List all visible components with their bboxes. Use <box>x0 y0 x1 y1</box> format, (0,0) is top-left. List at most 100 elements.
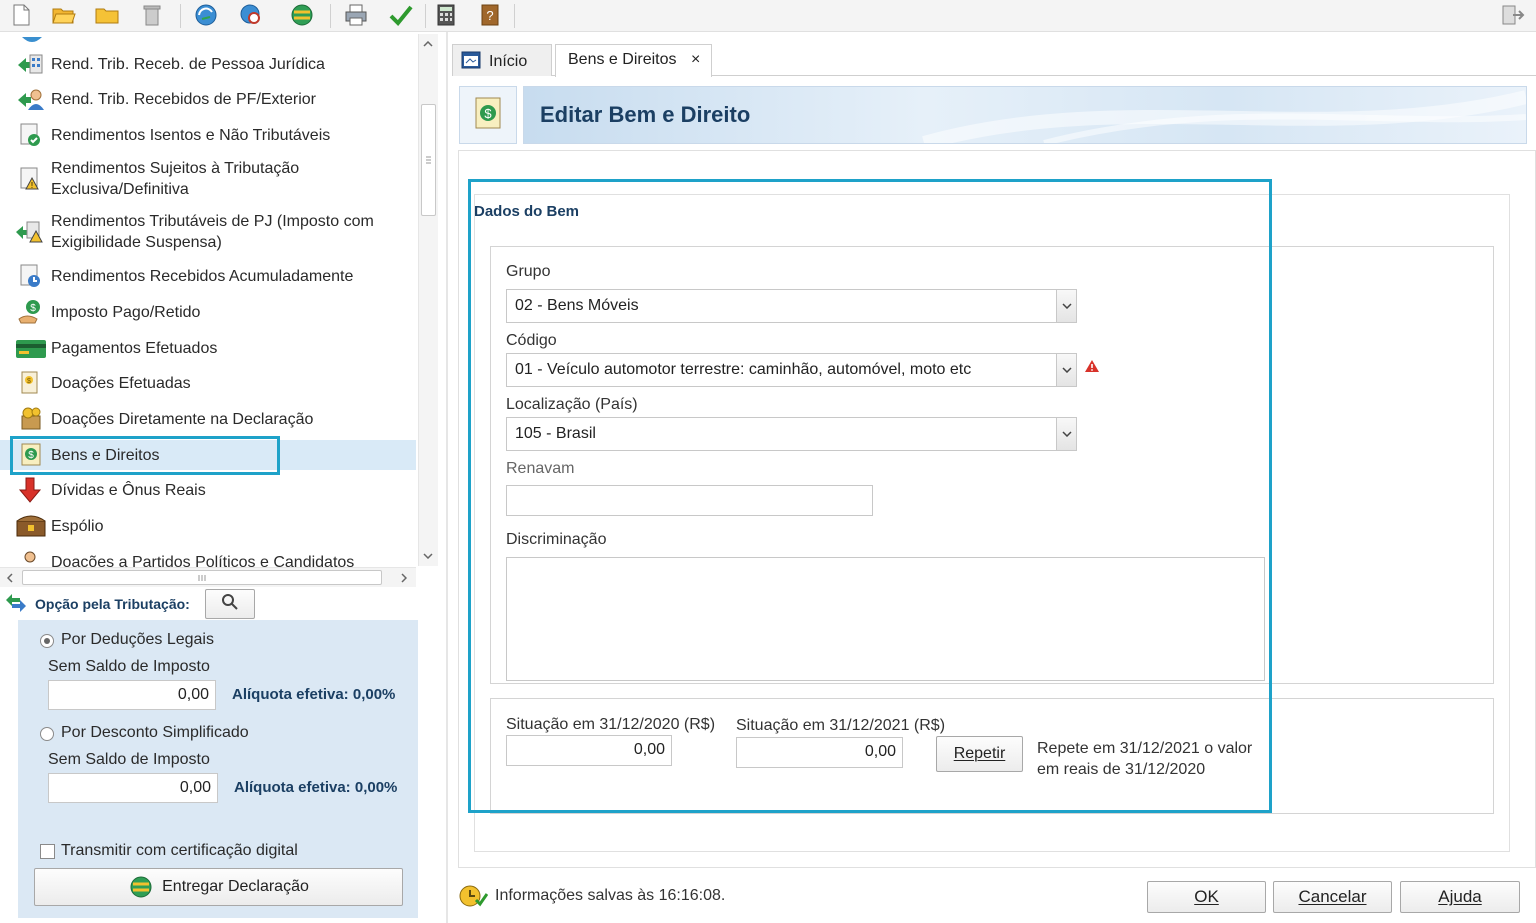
nav-item-doacoes-partidos[interactable]: Doações a Partidos Políticos e Candidato… <box>0 548 416 567</box>
deliver-declaration-button[interactable]: Entregar Declaração <box>34 868 403 906</box>
scroll-right-icon[interactable] <box>396 570 412 586</box>
transmit-globe-icon[interactable] <box>289 2 315 28</box>
toolbar: ? <box>0 0 1536 32</box>
pf-income-icon <box>16 86 44 112</box>
nav-item-espolio[interactable]: Espólio <box>0 512 416 540</box>
toolbar-separator <box>425 4 426 28</box>
simplified-tax-value: 0,00 <box>48 773 218 803</box>
help-book-icon[interactable]: ? <box>477 2 503 28</box>
nav-item-label: Doações Efetuadas <box>51 374 191 392</box>
refresh-globe-icon[interactable] <box>193 2 219 28</box>
nav-item-label: Pagamentos Efetuados <box>51 339 218 357</box>
svg-text:!: ! <box>31 181 33 190</box>
nav-item-label: Doações Diretamente na Declaração <box>51 410 314 428</box>
nav-item-dividas[interactable]: Dívidas e Ônus Reais <box>0 476 416 504</box>
political-donations-icon <box>16 549 44 567</box>
exempt-income-icon <box>16 122 44 148</box>
home-window-icon <box>461 51 481 74</box>
page-header-icon: $ <box>459 86 517 144</box>
nav-item-label: Imposto Pago/Retido <box>51 303 201 321</box>
nav-item-doacoes[interactable]: $ Doações Efetuadas <box>0 369 416 397</box>
tax-option-title: Opção pela Tributação: <box>35 596 190 612</box>
nav-item-rend-exclusiva[interactable]: ! Rendimentos Sujeitos à Tributação Excl… <box>0 156 416 202</box>
nav-item-rend-isentos[interactable]: Rendimentos Isentos e Não Tributáveis <box>0 121 416 149</box>
simplified-effective-rate: Alíquota efetiva: 0,00% <box>234 779 398 796</box>
nav-item-rend-pj[interactable]: Rend. Trib. Receb. de Pessoa Jurídica <box>0 50 416 78</box>
scroll-thumb[interactable] <box>22 570 382 585</box>
legal-balance-status: Sem Saldo de Imposto <box>48 658 210 675</box>
nav-item-label: Rendimentos Tributáveis de PJ (Imposto c… <box>51 213 374 230</box>
tax-option-arrows-icon <box>4 592 28 619</box>
calculator-icon[interactable] <box>433 2 459 28</box>
toolbar-separator <box>180 4 181 28</box>
digital-certificate-checkbox[interactable] <box>40 844 55 859</box>
declaration-nav-tree: Rend. Trib. Receb. de Pessoa Jurídica Re… <box>0 32 416 567</box>
legal-deductions-label: Por Deduções Legais <box>61 631 214 648</box>
toolbar-separator <box>514 4 515 28</box>
nav-item-label: Espólio <box>51 517 104 535</box>
cancel-button[interactable]: Cancelar <box>1273 881 1392 913</box>
tab-close-icon[interactable]: × <box>691 51 700 69</box>
simplified-discount-radio[interactable] <box>40 727 54 741</box>
scroll-up-icon[interactable] <box>419 36 437 52</box>
folder-icon[interactable] <box>94 2 120 28</box>
search-icon <box>221 593 239 616</box>
scroll-thumb[interactable] <box>421 104 436 216</box>
scroll-down-icon[interactable] <box>419 548 437 564</box>
simplified-discount-label: Por Desconto Simplificado <box>61 724 249 741</box>
open-folder-icon[interactable] <box>51 2 77 28</box>
nav-item-label-line2: Exclusiva/Definitiva <box>51 181 189 198</box>
exclusive-tax-icon: ! <box>16 166 44 192</box>
suspended-tax-icon <box>16 219 44 245</box>
svg-text:$: $ <box>484 106 492 121</box>
nav-horizontal-scrollbar[interactable] <box>0 567 416 587</box>
donations-icon: $ <box>16 370 44 396</box>
nav-item-imposto-pago[interactable]: $ Imposto Pago/Retido <box>0 298 416 326</box>
nav-item-label-line2: Exigibilidade Suspensa) <box>51 234 222 251</box>
help-button[interactable]: Ajuda <box>1400 881 1520 913</box>
print-icon[interactable] <box>343 2 369 28</box>
nav-vertical-scrollbar[interactable] <box>418 34 438 566</box>
trash-icon[interactable] <box>139 2 165 28</box>
legal-deductions-radio[interactable] <box>40 634 54 648</box>
status-bar: Informações salvas às 16:16:08. OK Cance… <box>448 868 1536 923</box>
svg-text:$: $ <box>30 303 36 314</box>
scroll-left-icon[interactable] <box>2 570 18 586</box>
nav-item-doacoes-diretas[interactable]: Doações Diretamente na Declaração <box>0 405 416 433</box>
svg-text:$: $ <box>27 378 31 385</box>
direct-donations-icon <box>16 406 44 432</box>
nav-item-rend-suspensa[interactable]: Rendimentos Tributáveis de PJ (Imposto c… <box>0 209 416 255</box>
nav-item-label: Rend. Trib. Receb. de Pessoa Jurídica <box>51 55 325 73</box>
payments-card-icon <box>16 335 46 361</box>
pane-splitter[interactable] <box>446 32 448 923</box>
ok-button[interactable]: OK <box>1147 881 1266 913</box>
exit-icon[interactable] <box>1500 2 1526 28</box>
tax-paid-icon: $ <box>16 299 44 325</box>
tab-bar: Início Bens e Direitos × <box>452 44 1536 77</box>
pj-income-icon <box>16 51 44 77</box>
simplified-balance-status: Sem Saldo de Imposto <box>48 751 210 768</box>
tab-label: Início <box>489 53 528 70</box>
nav-item-label: Dívidas e Ônus Reais <box>51 481 206 499</box>
page-header-banner: Editar Bem e Direito <box>523 86 1527 144</box>
check-icon[interactable] <box>388 2 414 28</box>
bens-direitos-highlight <box>10 436 280 475</box>
estate-chest-icon <box>16 513 46 539</box>
nav-item-rend-pf[interactable]: Rend. Trib. Recebidos de PF/Exterior <box>0 85 416 113</box>
partial-item-icon <box>20 32 44 42</box>
tab-bens-direitos[interactable]: Bens e Direitos × <box>555 44 712 77</box>
nav-item-label: Rendimentos Isentos e Não Tributáveis <box>51 126 331 144</box>
nav-item-label: Rend. Trib. Recebidos de PF/Exterior <box>51 90 317 108</box>
tab-inicio[interactable]: Início <box>452 44 552 76</box>
new-file-icon[interactable] <box>8 2 34 28</box>
debts-arrow-icon <box>16 477 44 503</box>
svg-text:?: ? <box>486 8 493 23</box>
search-globe-icon[interactable] <box>238 2 264 28</box>
save-status-text: Informações salvas às 16:16:08. <box>495 887 726 904</box>
legal-tax-value: 0,00 <box>48 680 216 710</box>
nav-item-pagamentos[interactable]: Pagamentos Efetuados <box>0 334 416 362</box>
page-title: Editar Bem e Direito <box>540 102 751 127</box>
tax-option-search-button[interactable] <box>205 589 255 619</box>
form-highlight <box>468 179 1272 813</box>
nav-item-rend-acumulados[interactable]: Rendimentos Recebidos Acumuladamente <box>0 262 416 290</box>
